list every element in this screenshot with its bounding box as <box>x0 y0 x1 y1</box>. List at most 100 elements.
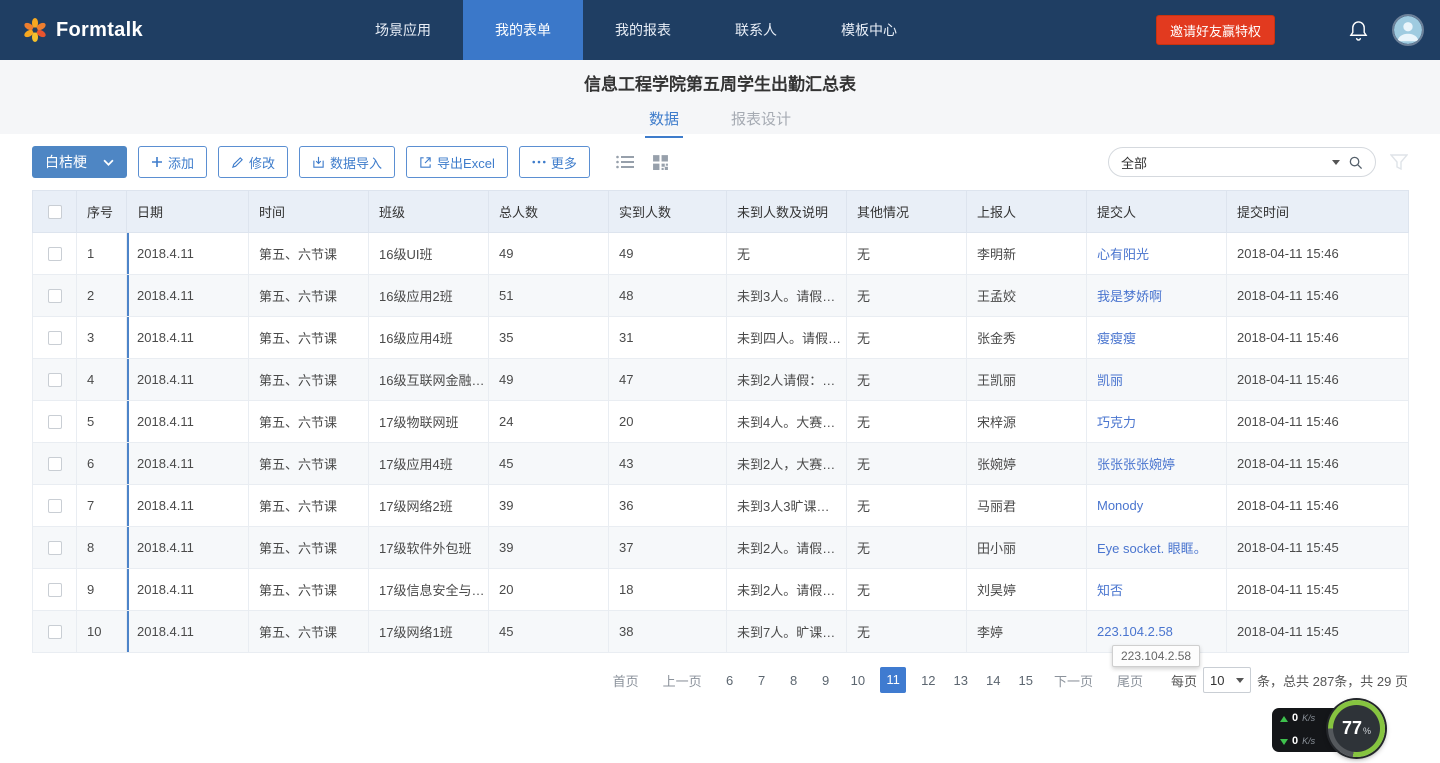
table-row: 52018.4.11第五、六节课17级物联网班2420未到4人。大赛…无宋梓源巧… <box>33 401 1409 443</box>
submitter-link[interactable]: 心有阳光 <box>1097 247 1149 262</box>
row-checkbox[interactable] <box>48 499 62 513</box>
nav-item[interactable]: 我的报表 <box>583 0 703 60</box>
cell-class: 17级网络2班 <box>369 485 489 527</box>
submitter-link[interactable]: Monody <box>1097 498 1143 513</box>
memory-usage-gauge[interactable]: 77 % <box>1328 700 1385 757</box>
submitter-link[interactable]: 张张张张婉婷 <box>1097 457 1175 472</box>
submitter-link[interactable]: 知否 <box>1097 583 1123 598</box>
cell-submit_time: 2018-04-11 15:45 <box>1227 611 1409 653</box>
select-all-cell <box>33 191 77 233</box>
invite-friends-button[interactable]: 邀请好友赢特权 <box>1156 15 1275 45</box>
row-checkbox[interactable] <box>48 583 62 597</box>
cell-seq: 7 <box>77 485 127 527</box>
page-number[interactable]: 7 <box>755 673 769 688</box>
cell-actual: 38 <box>609 611 727 653</box>
nav-item[interactable]: 我的表单 <box>463 0 583 60</box>
row-checkbox[interactable] <box>48 247 62 261</box>
column-header: 序号 <box>77 191 127 233</box>
page-number[interactable]: 15 <box>1018 673 1032 688</box>
brand-logo[interactable]: Formtalk <box>0 17 343 43</box>
page-numbers: 6 7 8 9 10 11 12 13 14 15 <box>714 667 1042 693</box>
row-checkbox[interactable] <box>48 625 62 639</box>
column-header: 日期 <box>127 191 249 233</box>
row-check-cell <box>33 443 77 485</box>
row-check-cell <box>33 401 77 443</box>
import-icon <box>312 156 325 169</box>
cell-other: 无 <box>847 233 967 275</box>
search-select[interactable]: 全部 <box>1108 147 1376 177</box>
cell-time: 第五、六节课 <box>249 569 369 611</box>
table-row: 72018.4.11第五、六节课17级网络2班3936未到3人3旷课…无马丽君M… <box>33 485 1409 527</box>
row-checkbox[interactable] <box>48 289 62 303</box>
cell-date: 2018.4.11 <box>127 611 249 653</box>
cell-actual: 49 <box>609 233 727 275</box>
row-check-cell <box>33 233 77 275</box>
column-header: 时间 <box>249 191 369 233</box>
add-button[interactable]: 添加 <box>138 146 207 178</box>
submitter-link[interactable]: 我是梦娇啊 <box>1097 289 1162 304</box>
cell-actual: 18 <box>609 569 727 611</box>
cell-class: 17级信息安全与… <box>369 569 489 611</box>
more-button-label: 更多 <box>551 153 577 172</box>
row-check-cell <box>33 317 77 359</box>
first-page-button[interactable]: 首页 <box>613 671 639 690</box>
row-checkbox[interactable] <box>48 457 62 471</box>
search-area: 全部 <box>1108 147 1408 177</box>
export-excel-button[interactable]: 导出Excel <box>406 146 508 178</box>
caret-down-icon <box>1236 678 1244 683</box>
export-excel-button-label: 导出Excel <box>437 153 495 172</box>
row-checkbox[interactable] <box>48 373 62 387</box>
cell-seq: 4 <box>77 359 127 401</box>
nav-item[interactable]: 模板中心 <box>809 0 929 60</box>
form-selector-dropdown[interactable]: 白桔梗 <box>32 146 127 178</box>
filter-funnel-icon[interactable] <box>1390 154 1408 170</box>
submitter-link[interactable]: 凯丽 <box>1097 373 1123 388</box>
next-page-button[interactable]: 下一页 <box>1054 671 1093 690</box>
per-page-select[interactable]: 10 <box>1203 667 1251 693</box>
cell-class: 16级应用4班 <box>369 317 489 359</box>
edit-button[interactable]: 修改 <box>218 146 288 178</box>
select-all-checkbox[interactable] <box>48 205 62 219</box>
page-number[interactable]: 11 <box>880 667 906 693</box>
page-number[interactable]: 9 <box>819 673 833 688</box>
tab[interactable]: 数据 <box>645 104 683 138</box>
notification-bell-icon[interactable] <box>1349 20 1368 41</box>
nav-item[interactable]: 联系人 <box>703 0 809 60</box>
cell-other: 无 <box>847 485 967 527</box>
qr-code-icon[interactable] <box>652 154 669 171</box>
nav-item[interactable]: 场景应用 <box>343 0 463 60</box>
data-table: 序号日期时间班级总人数实到人数未到人数及说明其他情况上报人提交人提交时间 120… <box>32 190 1409 653</box>
more-button[interactable]: 更多 <box>519 146 590 178</box>
search-icon[interactable] <box>1348 155 1363 170</box>
column-header: 上报人 <box>967 191 1087 233</box>
tab[interactable]: 报表设计 <box>727 104 795 138</box>
cell-actual: 43 <box>609 443 727 485</box>
download-value: 0 <box>1292 736 1298 747</box>
row-check-cell <box>33 611 77 653</box>
submitter-link[interactable]: Eye socket. 眼眶。 <box>1097 541 1207 556</box>
row-checkbox[interactable] <box>48 541 62 555</box>
submitter-link[interactable]: 巧克力 <box>1097 415 1136 430</box>
row-checkbox[interactable] <box>48 415 62 429</box>
cell-absent: 未到2人，大赛… <box>727 443 847 485</box>
user-avatar[interactable] <box>1392 14 1424 46</box>
last-page-button[interactable]: 尾页 <box>1117 671 1143 690</box>
submitter-link[interactable]: 瘦瘦瘦 <box>1097 331 1136 346</box>
page-number[interactable]: 14 <box>986 673 1000 688</box>
page-number[interactable]: 12 <box>921 673 935 688</box>
prev-page-button[interactable]: 上一页 <box>663 671 702 690</box>
search-value: 全部 <box>1121 153 1328 172</box>
table-row: 22018.4.11第五、六节课16级应用2班5148未到3人。请假…无王孟姣我… <box>33 275 1409 317</box>
page-number[interactable]: 10 <box>851 673 865 688</box>
cell-absent: 未到3人。请假… <box>727 275 847 317</box>
page-number[interactable]: 6 <box>723 673 737 688</box>
list-view-icon[interactable] <box>616 155 634 169</box>
cell-total: 39 <box>489 527 609 569</box>
cell-date: 2018.4.11 <box>127 401 249 443</box>
row-checkbox[interactable] <box>48 331 62 345</box>
page-number[interactable]: 8 <box>787 673 801 688</box>
page-number[interactable]: 13 <box>954 673 968 688</box>
submitter-link[interactable]: 223.104.2.58 <box>1097 624 1173 639</box>
data-import-button[interactable]: 数据导入 <box>299 146 395 178</box>
cell-reporter: 马丽君 <box>967 485 1087 527</box>
